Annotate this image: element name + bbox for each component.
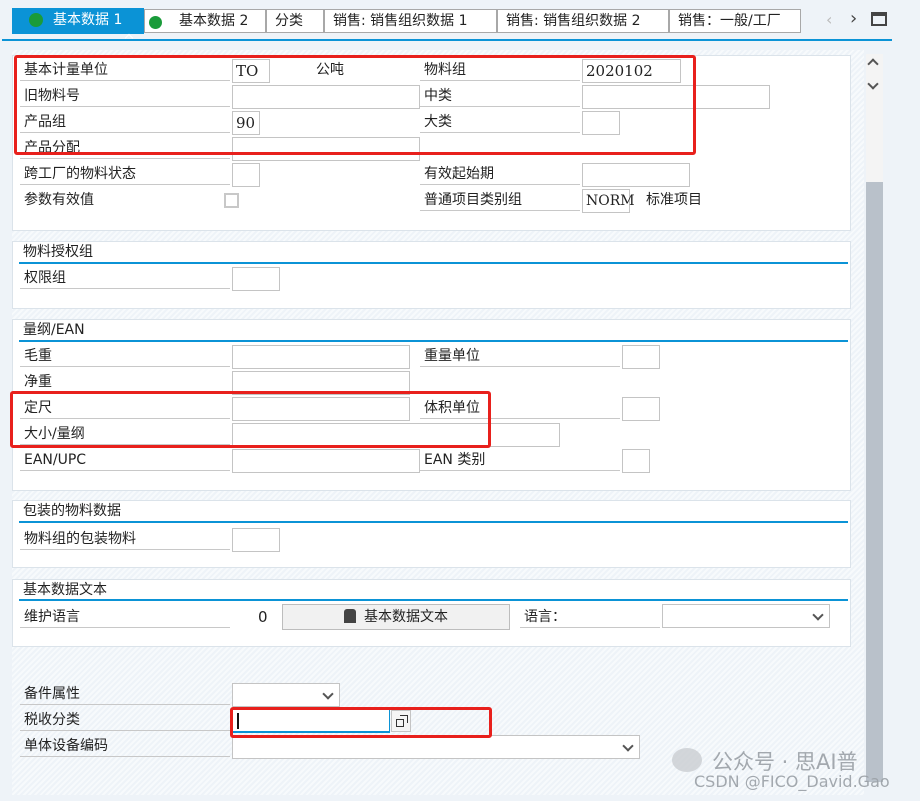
language-select[interactable] [662,604,830,628]
scroll-thumb[interactable] [866,182,883,782]
auth-group-input[interactable] [232,267,280,291]
item-category-group-label: 普通项目类别组 [420,189,580,211]
cross-plant-status-input[interactable] [232,163,260,187]
item-category-group-input[interactable]: NORM [582,189,635,213]
item-category-group-text: 标准项目 [646,192,702,208]
tab-sales-org-2[interactable]: 销售: 销售组织数据 2 [497,9,669,33]
tab-list-icon[interactable] [871,12,887,26]
status-ok-icon [149,16,162,29]
tab-label: 分类 [275,13,303,29]
tab-underline [2,39,892,41]
highlight-box [14,55,696,155]
tab-label: 销售：一般/工厂 [678,13,781,29]
spare-part-label: 备件属性 [20,683,230,705]
tab-label: 基本数据 2 [179,13,249,29]
section-divider [19,521,848,523]
gross-weight-input[interactable] [232,345,410,369]
button-label: 基本数据文本 [364,609,448,625]
tab-basic-data-1[interactable]: 基本数据 1 [12,8,144,34]
section-divider [19,262,848,264]
section-title: 基本数据文本 [23,582,107,598]
tab-classification[interactable]: 分类 [266,9,324,33]
ean-category-label: EAN 类别 [420,449,620,471]
highlight-box [10,391,491,448]
tab-label: 销售: 销售组织数据 1 [333,13,468,29]
param-effectivity-label: 参数有效值 [24,192,94,208]
maintenance-language-count: 0 [258,608,268,626]
tab-sales-org-1[interactable]: 销售: 销售组织数据 1 [324,9,497,33]
gross-weight-label: 毛重 [20,345,230,367]
weight-unit-input[interactable] [622,345,660,369]
weight-unit-label: 重量单位 [420,345,620,367]
tab-sales-general-plant[interactable]: 销售：一般/工厂 [669,9,801,33]
basic-data-text-button[interactable]: 基本数据文本 [282,604,510,630]
maintenance-language-label: 维护语言 [20,606,230,628]
chevron-left-icon[interactable]: ‹ [826,10,832,29]
spare-part-select[interactable] [232,683,340,707]
pin-icon [344,609,356,623]
scroll-up-icon[interactable] [867,58,879,70]
param-effectivity-checkbox[interactable] [224,193,239,208]
volume-unit-input[interactable] [622,397,660,421]
section-divider [19,599,848,601]
section-divider [19,340,848,342]
tab-label: 销售: 销售组织数据 2 [506,13,641,29]
cross-plant-status-label: 跨工厂的物料状态 [20,163,230,185]
wechat-icon [672,748,702,772]
tax-classification-label: 税收分类 [20,709,230,731]
valid-from-label: 有效起始期 [420,163,580,185]
tab-basic-data-2[interactable]: 基本数据 2 [144,9,266,33]
watermark-text: CSDN @FICO_David.Gao [694,772,890,791]
equipment-code-select[interactable] [232,735,640,759]
ean-upc-label: EAN/UPC [20,449,230,471]
section-title: 包装的物料数据 [23,503,121,519]
valid-from-input[interactable] [582,163,690,187]
tab-label: 基本数据 1 [53,12,123,28]
net-weight-label: 净重 [20,371,230,393]
status-ok-icon [29,13,43,27]
highlight-box [230,707,492,738]
packaging-material-input[interactable] [232,528,280,552]
equipment-code-label: 单体设备编码 [20,735,230,757]
language-label: 语言： [520,606,660,628]
section-title: 量纲/EAN [23,322,85,338]
auth-group-label: 权限组 [20,267,230,289]
chevron-right-icon[interactable]: › [850,8,857,29]
ean-upc-input[interactable] [232,449,420,473]
section-title: 物料授权组 [23,244,93,260]
vertical-scrollbar[interactable] [866,54,883,782]
packaging-material-label: 物料组的包装物料 [20,528,230,550]
ean-category-input[interactable] [622,449,650,473]
scroll-down-icon[interactable] [867,78,879,90]
